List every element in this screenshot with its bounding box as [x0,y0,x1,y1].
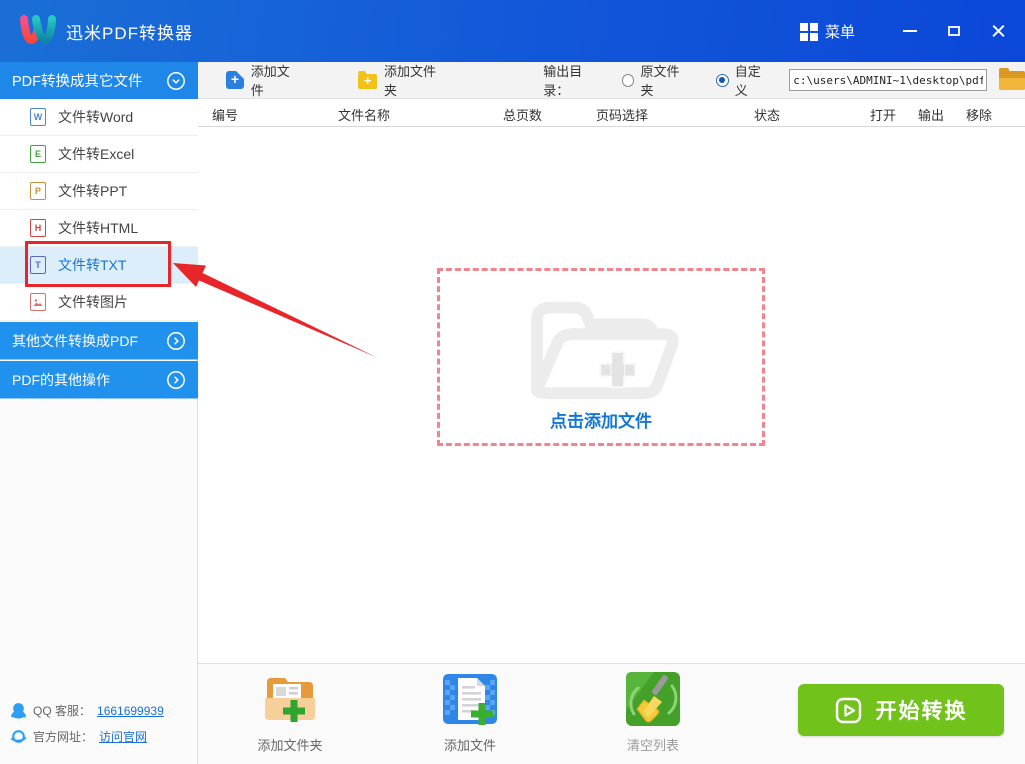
maximize-icon [948,26,960,36]
add-file-label: 添加文件 [250,64,290,98]
radio-original-label: 原文件夹 [640,64,680,98]
clear-list-action-label: 清空列表 [626,738,679,753]
col-number: 编号 [212,108,239,123]
sidebar-section-label: PDF转换成其它文件 [12,74,143,90]
qq-service-label: QQ 客服： [33,704,92,718]
clear-list-action-button[interactable]: 清空列表 [598,670,708,754]
browser-icon [10,730,27,743]
official-site-label: 官方网址： [33,730,94,744]
sidebar-item-label: 文件转PPT [58,183,128,199]
radio-original-icon [621,73,635,87]
play-icon [835,697,861,723]
add-file-action-label: 添加文件 [443,738,496,753]
add-folder-action-label: 添加文件夹 [257,738,323,753]
sidebar-item-to-ppt[interactable]: P 文件转PPT [0,173,198,210]
add-folder-button[interactable]: 添加文件夹 [358,61,448,99]
add-folder-label: 添加文件夹 [383,64,436,98]
add-file-action-button[interactable]: 添加文件 [415,670,525,754]
qq-icon [11,703,26,719]
minimize-button[interactable] [893,16,927,46]
qq-number-link[interactable]: 1661699939 [97,704,164,718]
close-icon [991,24,1006,39]
app-logo-icon [20,15,56,45]
txt-file-icon: T [30,256,46,274]
col-filename: 文件名称 [338,108,391,123]
radio-custom-label: 自定义 [734,64,761,98]
radio-original-folder[interactable]: 原文件夹 [621,61,692,99]
output-path-input[interactable] [789,69,988,91]
folder-plus-icon [531,301,679,399]
sidebar-item-label: 文件转图片 [58,294,128,310]
add-folder-action-button[interactable]: 添加文件夹 [235,670,345,754]
ppt-file-icon: P [30,182,46,200]
start-convert-label: 开始转换 [875,700,968,723]
radio-custom-folder[interactable]: 自定义 [715,61,773,99]
app-window: 迅米PDF转换器 菜单 PDF转换成其它文件 W 文件转Word E 文件转Ex… [0,0,1025,764]
clear-list-broom-icon [626,672,680,726]
sidebar-section-other-to-pdf[interactable]: 其他文件转换成PDF [0,322,198,360]
chevron-down-icon [167,71,185,90]
browse-folder-button[interactable] [999,67,1025,90]
sidebar-section-label: PDF的其他操作 [12,371,110,388]
html-file-icon: H [30,219,46,237]
add-folder-icon [358,71,377,89]
sidebar-item-label: 文件转HTML [58,220,139,236]
menu-label: 菜单 [824,23,855,41]
col-remove: 移除 [966,108,993,123]
image-file-icon [30,293,46,311]
sidebar-item-to-txt[interactable]: T 文件转TXT [0,247,198,284]
chevron-right-icon [167,331,185,350]
add-file-button[interactable]: 添加文件 [226,61,302,99]
close-button[interactable] [981,16,1015,46]
file-table-header: 编号 文件名称 总页数 页码选择 状态 打开 输出 移除 [198,99,1025,127]
sidebar-section-pdf-to-other[interactable]: PDF转换成其它文件 [0,62,198,99]
chevron-right-icon [167,370,185,389]
col-total-pages: 总页数 [503,108,543,123]
word-file-icon: W [30,108,46,126]
sidebar-item-label: 文件转TXT [58,257,127,273]
add-folder-large-icon [265,678,315,722]
sidebar-item-label: 文件转Excel [58,146,135,162]
sidebar-item-to-image[interactable]: 文件转图片 [0,284,198,321]
app-title: 迅米PDF转换器 [66,23,193,43]
sidebar-item-to-excel[interactable]: E 文件转Excel [0,136,198,173]
sidebar-item-label: 文件转Word [58,109,134,125]
sidebar-item-to-word[interactable]: W 文件转Word [0,99,198,136]
output-dir-label: 输出目录： [543,64,583,98]
add-file-large-icon [443,674,497,725]
menu-grid-icon [799,22,818,41]
col-status: 状态 [754,108,781,123]
sidebar-footer: QQ 客服： 1661699939 官方网址： 访问官网 [10,702,195,754]
official-site-link[interactable]: 访问官网 [99,728,147,745]
start-convert-button[interactable]: 开始转换 [798,684,1004,736]
minimize-icon [903,30,917,32]
sidebar-item-to-html[interactable]: H 文件转HTML [0,210,198,247]
titlebar: 迅米PDF转换器 菜单 [0,0,1025,62]
col-output: 输出 [918,108,945,123]
maximize-button[interactable] [937,16,971,46]
menu-button[interactable]: 菜单 [799,21,855,42]
radio-custom-icon [715,73,729,87]
dropzone-add-files[interactable]: 点击添加文件 [437,268,765,446]
col-open: 打开 [870,108,897,123]
excel-file-icon: E [30,145,46,163]
add-file-icon [226,71,244,89]
col-page-select: 页码选择 [596,108,649,123]
dropzone-label: 点击添加文件 [550,411,652,431]
sidebar-section-pdf-other-ops[interactable]: PDF的其他操作 [0,361,198,399]
toolbar: 添加文件 添加文件夹 输出目录： 原文件夹 自定义 [198,62,1025,99]
sidebar-section-label: 其他文件转换成PDF [12,332,138,349]
